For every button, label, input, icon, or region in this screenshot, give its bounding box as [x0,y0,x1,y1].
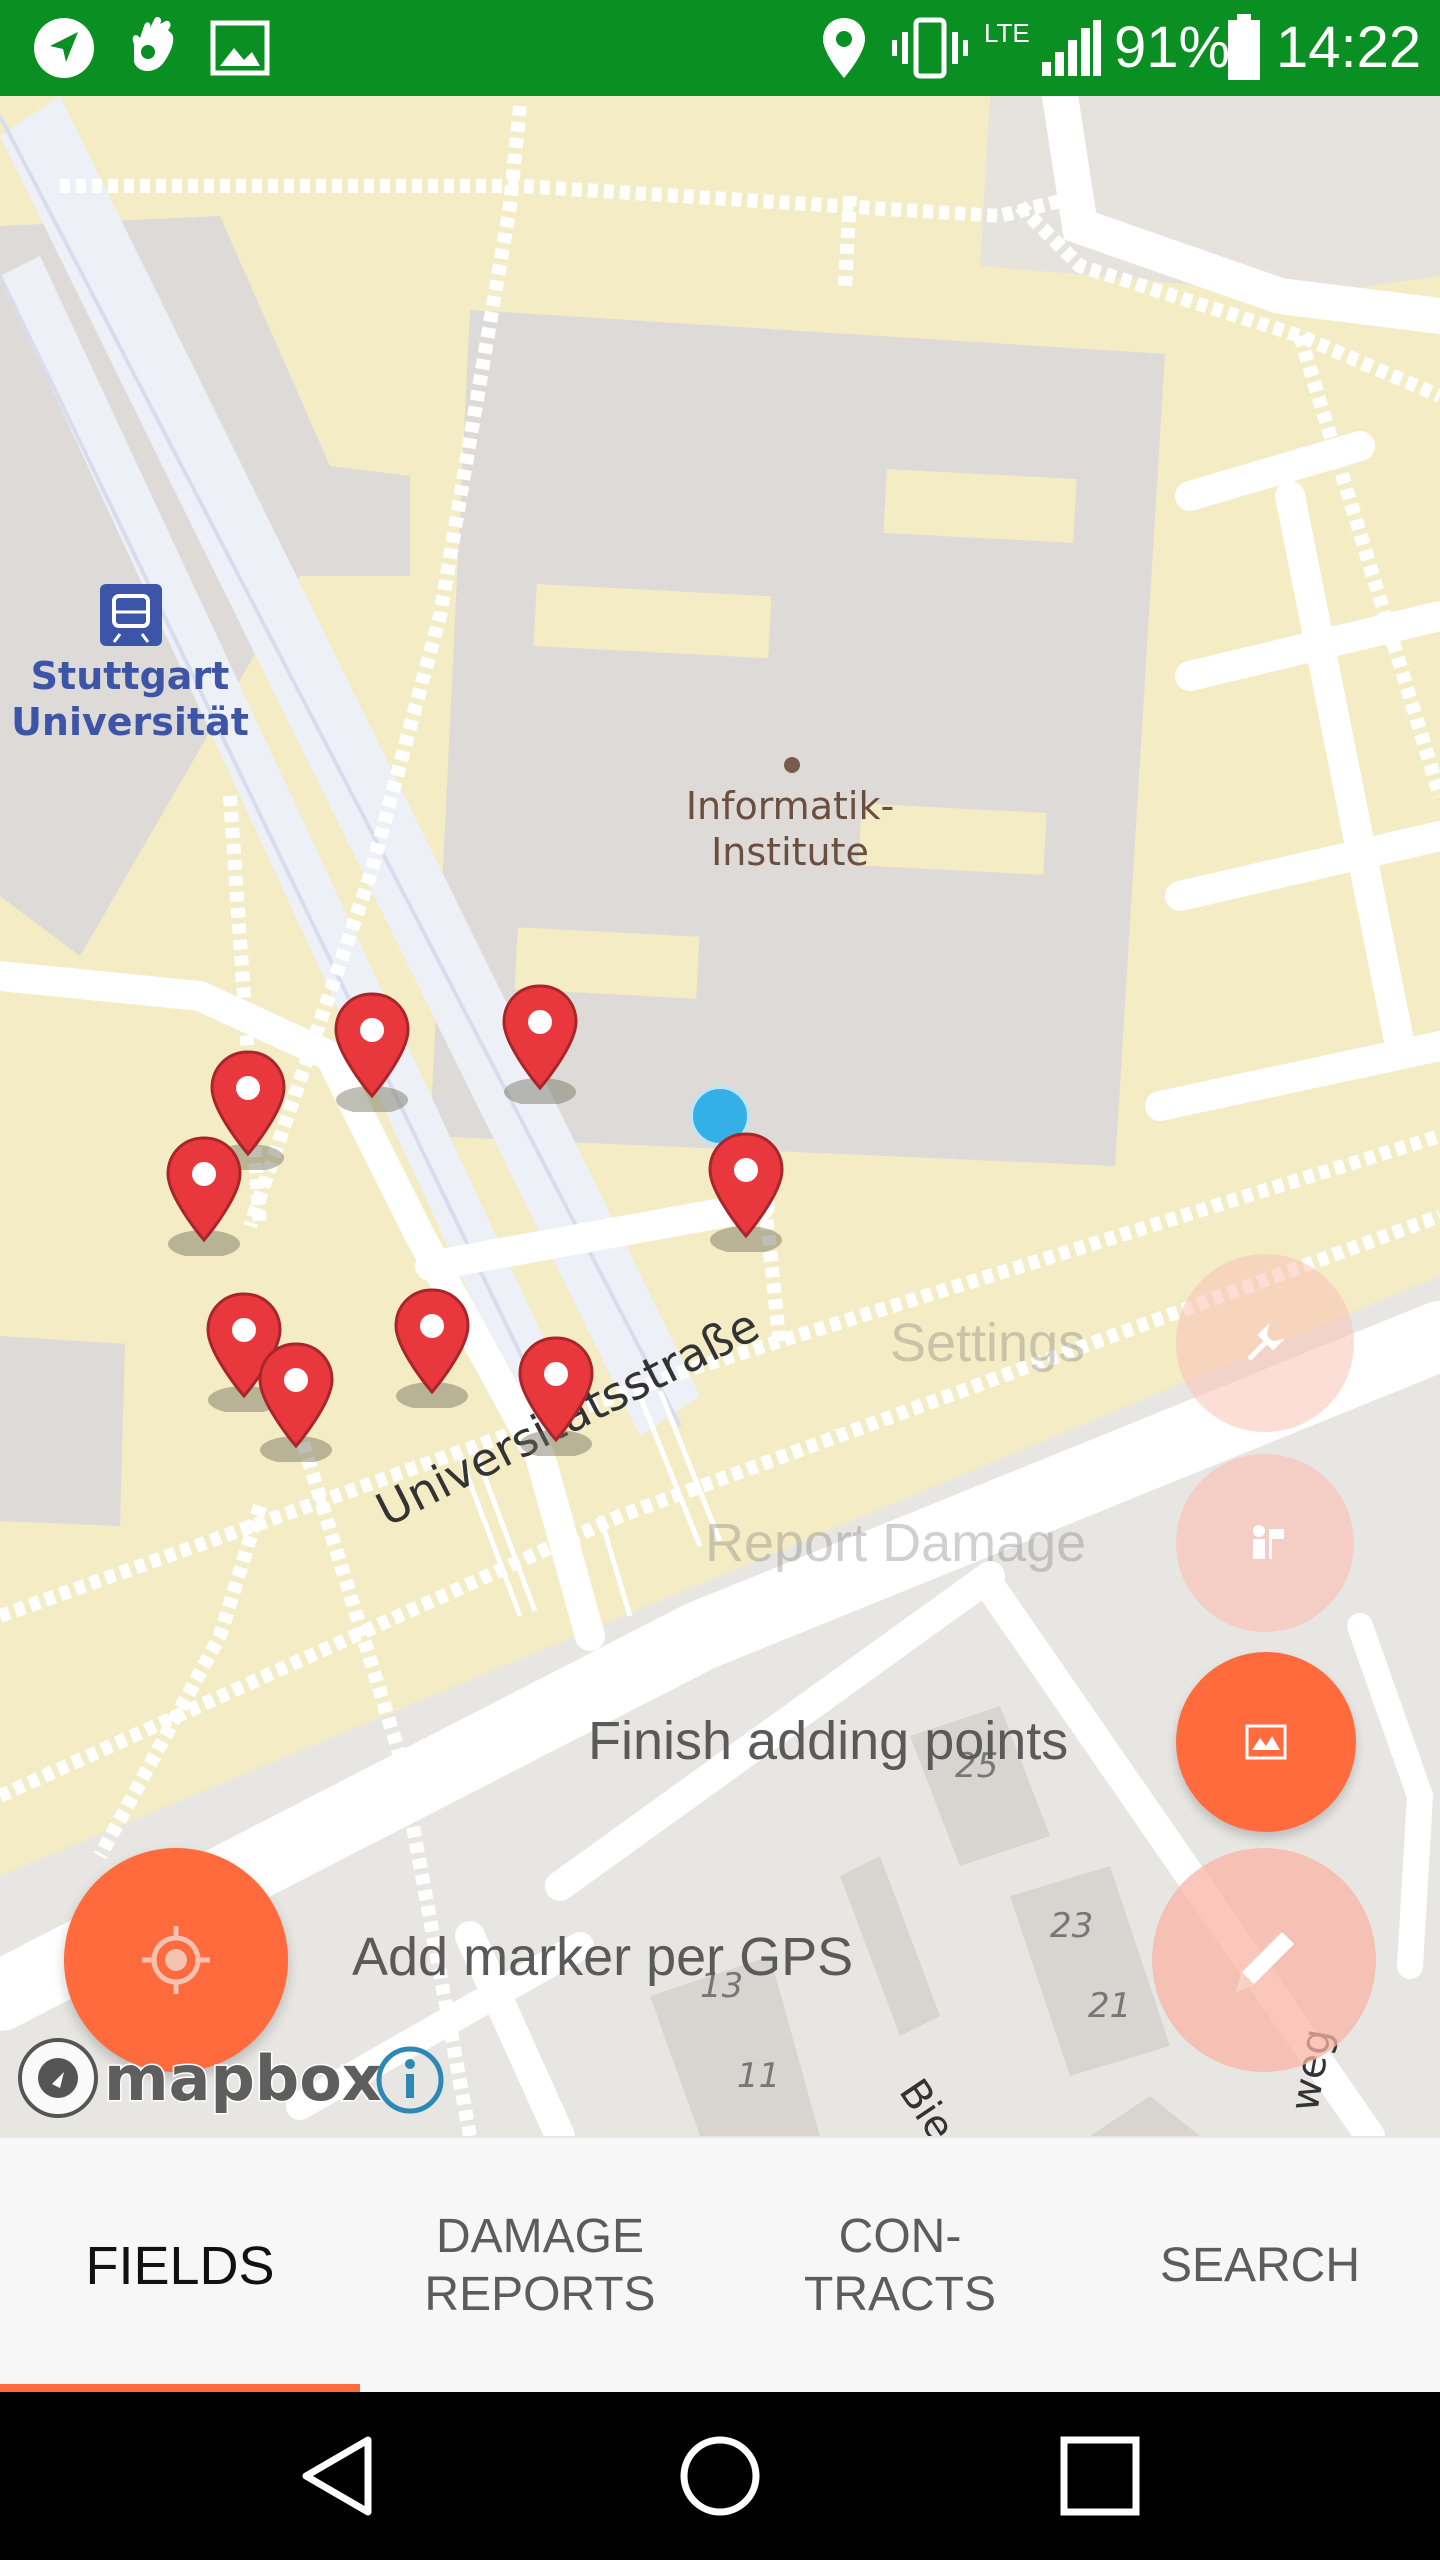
report-damage-button[interactable] [1176,1454,1354,1632]
recents-icon[interactable] [1060,2436,1140,2516]
house-number: 11 [737,2056,781,2096]
report-damage-label[interactable]: Report Damage [705,1512,1086,1574]
building-label: Informatik- Institute [685,784,895,874]
active-tab-indicator [0,2384,360,2392]
navigation-icon [34,18,94,78]
image-icon [210,20,270,76]
bottom-tab-bar: FIELDS DAMAGE REPORTS CON- TRACTS SEARCH [0,2136,1440,2392]
system-nav-bar [0,2392,1440,2560]
finish-adding-points-label[interactable]: Finish adding points [588,1710,1068,1772]
hand-icon [132,17,174,71]
map-view[interactable]: Stuttgart Universität Informatik- Instit… [0,96,1440,2136]
marker-pin-icon [708,1132,784,1254]
clock: 14:22 [1276,15,1422,80]
finish-adding-points-button[interactable] [1176,1652,1356,1832]
mapbox-logo[interactable]: mapbox [16,2036,384,2120]
settings-label[interactable]: Settings [890,1312,1085,1374]
house-number: 23 [1050,1906,1094,1946]
station-label: Stuttgart Universität [11,654,249,744]
back-icon[interactable] [296,2434,380,2518]
map-marker[interactable] [500,984,580,1106]
battery-percent: 91% [1114,15,1231,80]
location-icon [823,18,865,78]
tab-search[interactable]: SEARCH [1080,2138,1440,2394]
map-marker[interactable] [706,1132,786,1254]
lte-icon: LTE [984,18,1030,48]
marker-pin-icon [394,1288,470,1410]
person-flag-icon [1253,1525,1284,1559]
map-marker[interactable] [392,1288,472,1410]
mapbox-compass-icon [18,2038,98,2118]
add-marker-gps-label[interactable]: Add marker per GPS [352,1926,853,1988]
gps-target-icon [142,1926,210,1994]
tab-damage-reports[interactable]: DAMAGE REPORTS [360,2138,720,2394]
mapbox-wordmark: mapbox [103,2040,384,2116]
status-bar: LTE 91% 14:22 [0,0,1440,96]
wrench-icon [1247,1323,1285,1361]
map-marker[interactable] [256,1342,336,1464]
map-marker[interactable] [516,1336,596,1458]
info-icon[interactable] [374,2044,446,2116]
settings-button[interactable] [1176,1254,1354,1432]
tab-fields[interactable]: FIELDS [0,2138,360,2394]
tab-contracts[interactable]: CON- TRACTS [720,2138,1080,2394]
map-icon [1245,1724,1287,1760]
house-number: 21 [1088,1986,1132,2026]
map-marker[interactable] [164,1136,244,1258]
signal-icon [1042,20,1101,76]
marker-pin-icon [334,992,410,1114]
marker-pin-icon [258,1342,334,1464]
pencil-icon [1236,1932,1294,1992]
marker-pin-icon [166,1136,242,1258]
draw-button[interactable] [1152,1848,1376,2072]
battery-icon [1228,14,1260,80]
marker-pin-icon [502,984,578,1106]
marker-pin-icon [518,1336,594,1458]
home-icon[interactable] [678,2434,762,2518]
vibrate-icon [892,17,968,79]
map-marker[interactable] [332,992,412,1114]
